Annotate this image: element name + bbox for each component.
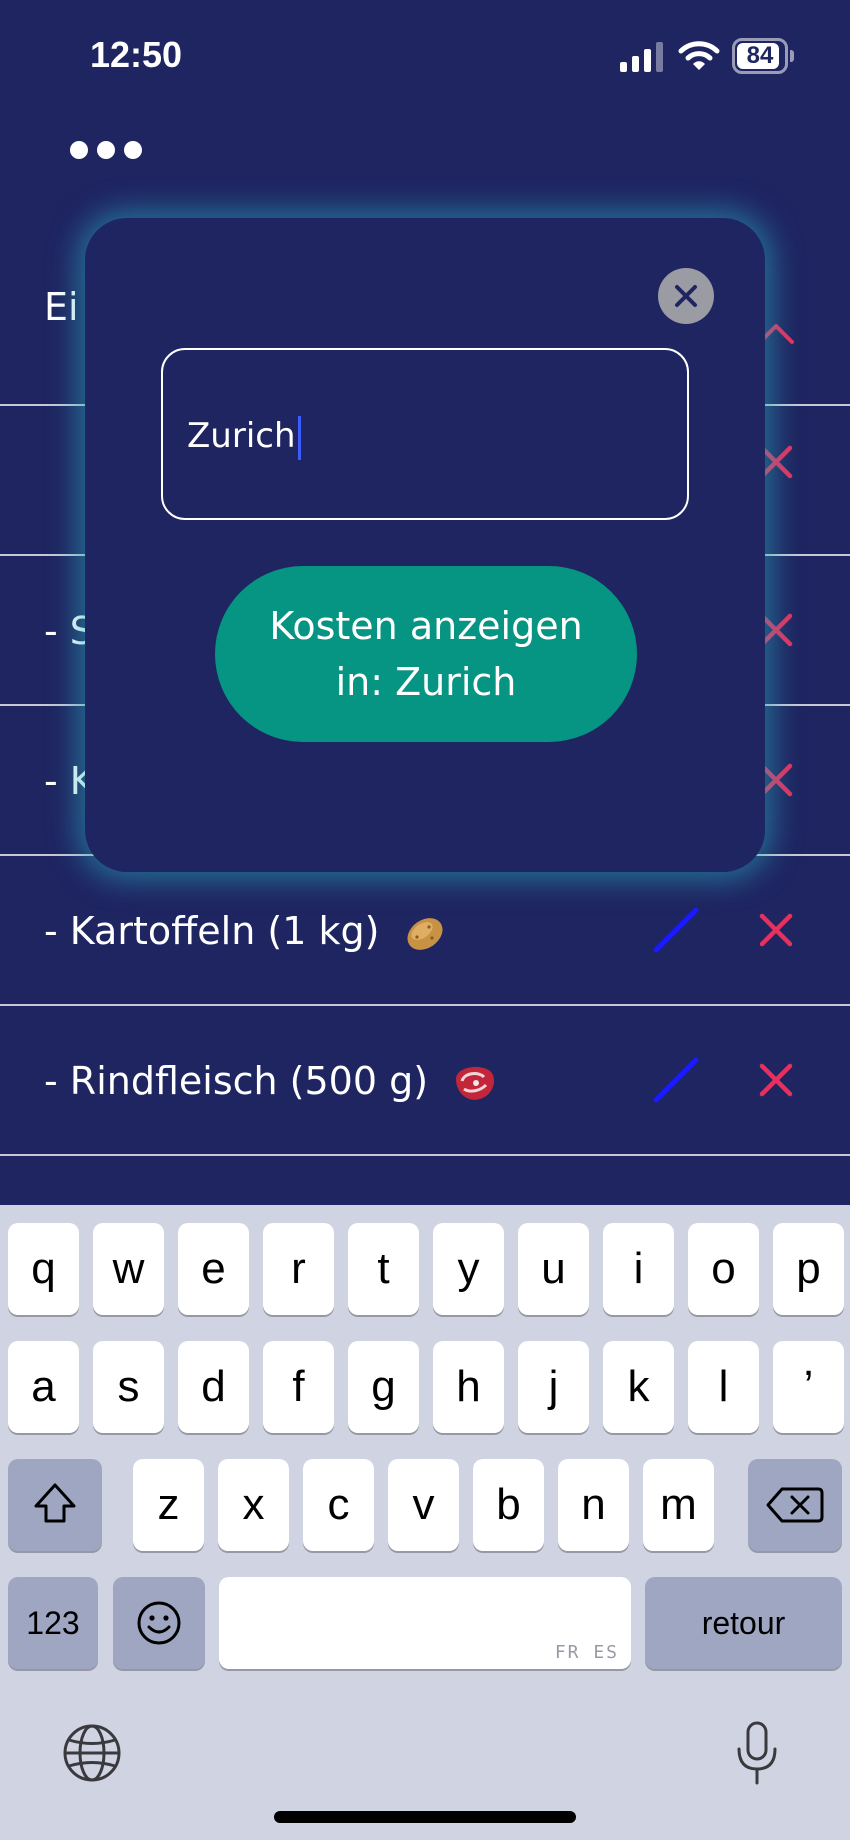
key-w[interactable]: w [93,1223,164,1315]
key-i[interactable]: i [603,1223,674,1315]
city-input-text-wrap: Zurich [187,350,301,522]
shift-icon [34,1483,76,1523]
wifi-icon [678,41,720,70]
key-u[interactable]: u [518,1223,589,1315]
key-h[interactable]: h [433,1341,504,1433]
key-apostrophe[interactable]: ’ [773,1341,844,1433]
key-x[interactable]: x [218,1459,289,1551]
city-input[interactable]: Zurich [161,348,689,520]
globe-icon[interactable] [62,1723,122,1783]
text-caret [297,415,301,460]
close-button[interactable] [658,268,714,324]
item-label: Ei [44,285,79,329]
battery-icon: 84 [732,38,794,74]
key-c[interactable]: c [303,1459,374,1551]
return-key[interactable]: retour [645,1577,842,1669]
key-z[interactable]: z [133,1459,204,1551]
more-dots-icon-dot [124,141,142,159]
city-cost-dialog: Zurich Kosten anzeigen in: Zurich [85,218,765,872]
emoji-key[interactable] [113,1577,205,1669]
status-bar: 12:50 84 [0,0,850,110]
item-label-wrap: - Kartoffeln (1 kg) [44,856,448,1006]
key-m[interactable]: m [643,1459,714,1551]
key-k[interactable]: k [603,1341,674,1433]
close-icon [675,285,697,307]
city-input-value: Zurich [187,416,296,456]
more-options-button[interactable] [70,132,160,168]
key-d[interactable]: d [178,1341,249,1433]
numbers-key[interactable]: 123 [8,1577,98,1669]
key-n[interactable]: n [558,1459,629,1551]
item-label-wrap: - Rindfleisch (500 g) [44,1006,498,1156]
backspace-icon [766,1487,824,1523]
potato-icon [407,917,443,950]
key-o[interactable]: o [688,1223,759,1315]
space-languages: FR ES [554,1642,619,1663]
key-a[interactable]: a [8,1341,79,1433]
key-g[interactable]: g [348,1341,419,1433]
key-r[interactable]: r [263,1223,334,1315]
edit-icon[interactable] [648,1052,704,1108]
key-b[interactable]: b [473,1459,544,1551]
delete-icon[interactable] [756,910,796,950]
battery-level: 84 [746,42,774,69]
shift-key[interactable] [8,1459,102,1551]
show-costs-button[interactable]: Kosten anzeigen in: Zurich [215,566,637,742]
emoji-icon [137,1601,181,1645]
item-label: - Rindfleisch (500 g) [44,1059,429,1103]
backspace-key[interactable] [748,1459,842,1551]
key-f[interactable]: f [263,1341,334,1433]
more-dots-icon-dot [97,141,115,159]
keyboard: q w e r t y u i o p a s d f g h j k l ’ … [0,1205,850,1840]
delete-icon[interactable] [756,1060,796,1100]
more-dots-icon [70,141,88,159]
list-item[interactable]: - Rindfleisch (500 g) [0,1006,850,1156]
key-y[interactable]: y [433,1223,504,1315]
edit-icon[interactable] [648,902,704,958]
key-j[interactable]: j [518,1341,589,1433]
item-label: - Kartoffeln (1 kg) [44,909,380,953]
key-e[interactable]: e [178,1223,249,1315]
list-item[interactable]: - Kartoffeln (1 kg) [0,856,850,1006]
microphone-icon[interactable] [734,1719,780,1787]
key-t[interactable]: t [348,1223,419,1315]
key-v[interactable]: v [388,1459,459,1551]
key-l[interactable]: l [688,1341,759,1433]
status-time: 12:50 [90,34,183,75]
steak-icon [456,1066,495,1100]
key-q[interactable]: q [8,1223,79,1315]
key-p[interactable]: p [773,1223,844,1315]
cellular-signal-icon [620,42,663,72]
space-key[interactable]: FR ES [219,1577,631,1669]
home-indicator [274,1811,576,1823]
key-s[interactable]: s [93,1341,164,1433]
